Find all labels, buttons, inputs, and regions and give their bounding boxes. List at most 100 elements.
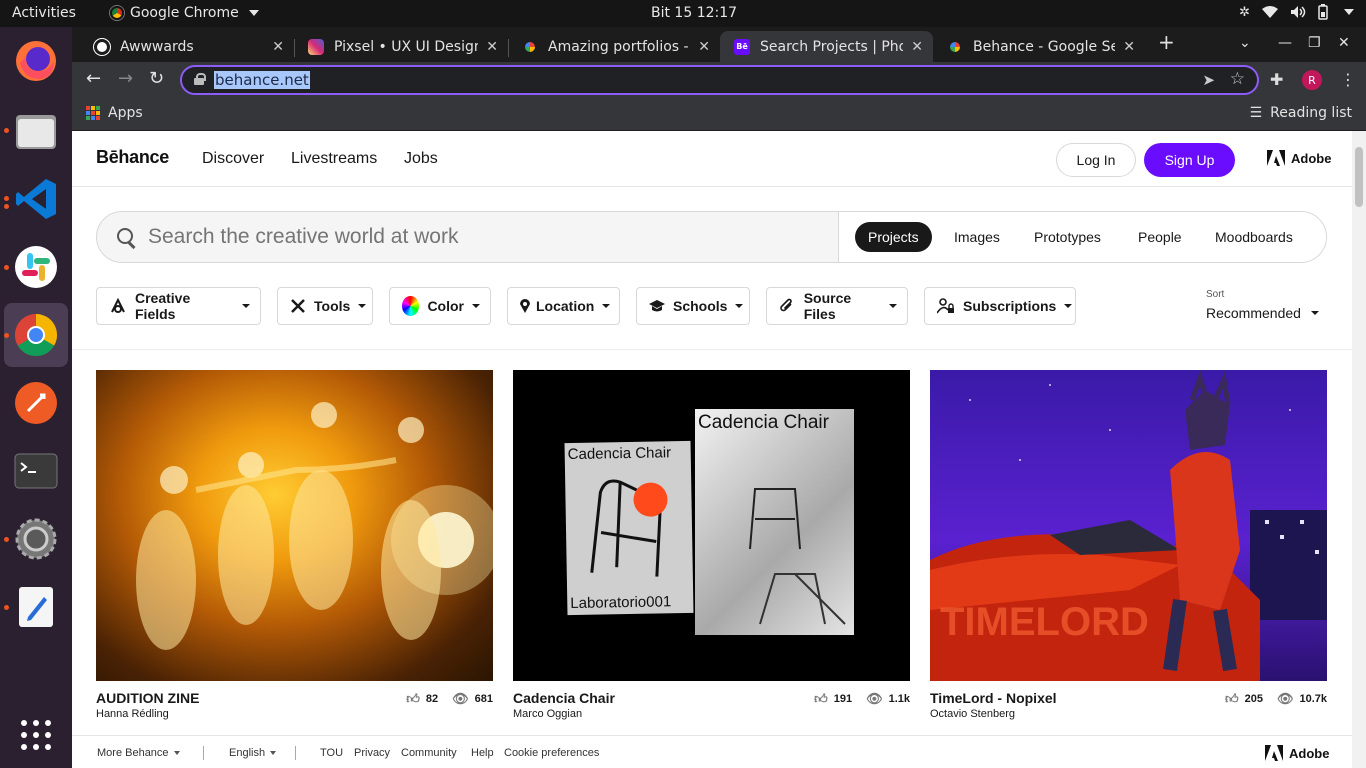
likes-count: 205	[1244, 693, 1263, 705]
reload-button[interactable]: ↻	[149, 70, 164, 88]
sort-value: Recommended	[1206, 305, 1301, 321]
chrome-icon[interactable]	[12, 311, 60, 359]
project-card[interactable]: Cadencia Chair Laboratorio001 Cadencia C…	[513, 370, 910, 720]
project-owner[interactable]: Hanna Rédling	[96, 708, 169, 720]
project-owner[interactable]: Marco Oggian	[513, 708, 582, 720]
tab-awwwards[interactable]: Awwwards ✕	[80, 31, 294, 62]
network-status-icon[interactable]: ✲	[1239, 5, 1250, 20]
firefox-icon[interactable]	[12, 37, 60, 85]
tab-moodboards[interactable]: Moodboards	[1202, 222, 1306, 252]
footer-link-privacy[interactable]: Privacy	[354, 747, 390, 759]
behance-logo[interactable]: Bēhance	[96, 147, 169, 168]
views-count: 681	[474, 693, 493, 705]
adobe-link[interactable]: Adobe	[1267, 150, 1331, 166]
adobe-icon	[1267, 150, 1285, 166]
filter-location[interactable]: Location	[507, 287, 620, 325]
filter-subscriptions[interactable]: Subscriptions	[924, 287, 1076, 325]
more-behance-dropdown[interactable]: More Behance	[97, 747, 180, 759]
project-card[interactable]: AUDITION ZINE Hanna Rédling 👍︎ 82 👁︎ 681	[96, 370, 493, 720]
text-editor-icon[interactable]	[12, 583, 60, 631]
nav-discover[interactable]: Discover	[202, 150, 264, 168]
project-thumbnail[interactable]	[96, 370, 493, 681]
footer-link-cookie-preferences[interactable]: Cookie preferences	[504, 747, 599, 759]
new-tab-button[interactable]: +	[1158, 30, 1175, 54]
project-title[interactable]: Cadencia Chair	[513, 690, 615, 706]
volume-icon[interactable]	[1290, 5, 1306, 19]
settings-icon[interactable]	[12, 515, 60, 563]
slack-icon[interactable]	[12, 243, 60, 291]
close-icon[interactable]: ✕	[911, 39, 923, 55]
tab-people[interactable]: People	[1125, 222, 1195, 252]
extensions-puzzle-icon[interactable]: ✚	[1270, 70, 1283, 89]
bookmark-star-icon[interactable]: ☆	[1230, 69, 1245, 89]
more-menu-icon[interactable]: ⋮	[1340, 70, 1356, 89]
maximize-button[interactable]: ❐	[1308, 35, 1321, 51]
minimize-button[interactable]: —	[1278, 35, 1292, 51]
tab-pixsel[interactable]: Pixsel • UX UI Design T ✕	[294, 31, 508, 62]
tab-behance-google-search[interactable]: Behance - Google Sear ✕	[933, 31, 1145, 62]
tab-search-projects[interactable]: Bē Search Projects | Phot ✕	[720, 31, 933, 62]
terminal-icon[interactable]	[12, 447, 60, 495]
apps-shortcut[interactable]: Apps	[86, 105, 143, 121]
url-text[interactable]: behance.net	[214, 71, 310, 89]
footer-link-help[interactable]: Help	[471, 747, 494, 759]
nav-jobs[interactable]: Jobs	[404, 150, 438, 168]
language-dropdown[interactable]: English	[229, 747, 277, 759]
address-bar[interactable]: behance.net ➤ ☆	[180, 65, 1259, 95]
app-grid-icon[interactable]	[12, 711, 60, 759]
footer-adobe-link[interactable]: Adobe	[1265, 745, 1329, 761]
close-icon[interactable]: ✕	[272, 39, 284, 55]
project-title[interactable]: AUDITION ZINE	[96, 690, 199, 706]
sort-label: Sort	[1206, 289, 1225, 300]
system-menu-chevron-icon[interactable]	[1344, 9, 1354, 15]
footer-link-tou[interactable]: TOU	[320, 747, 343, 759]
filter-schools[interactable]: Schools	[636, 287, 750, 325]
login-button[interactable]: Log In	[1056, 143, 1136, 177]
files-icon[interactable]	[12, 107, 60, 155]
filter-creative-fields[interactable]: Creative Fields	[96, 287, 261, 325]
footer-link-community[interactable]: Community	[401, 747, 457, 759]
views-eye-icon: 👁︎	[1276, 691, 1294, 706]
wifi-icon[interactable]	[1262, 5, 1278, 19]
battery-icon[interactable]	[1318, 4, 1328, 20]
filter-label: Source Files	[803, 290, 852, 322]
site-footer: More Behance English TOU Privacy Communi…	[72, 735, 1352, 768]
scrollbar-thumb[interactable]	[1355, 147, 1363, 207]
project-title[interactable]: TimeLord - Nopixel	[930, 690, 1057, 706]
project-owner[interactable]: Octavio Stenberg	[930, 708, 1015, 720]
tab-amazing-portfolios[interactable]: Amazing portfolios - G ✕	[508, 31, 720, 62]
filter-color[interactable]: Color	[389, 287, 491, 325]
project-card[interactable]: TIMELORD TimeLord - Nopixel Octavio Sten…	[930, 370, 1327, 720]
poster-footer: Laboratorio001	[570, 593, 672, 613]
system-tray[interactable]: ✲	[1239, 4, 1354, 20]
globe-icon	[94, 38, 110, 55]
app-menu[interactable]: Google Chrome	[110, 5, 259, 21]
tab-images[interactable]: Images	[941, 222, 1013, 252]
close-icon[interactable]: ✕	[698, 39, 710, 55]
project-thumbnail[interactable]: Cadencia Chair Laboratorio001 Cadencia C…	[513, 370, 910, 681]
sort-dropdown[interactable]: Recommended	[1206, 305, 1319, 321]
search-input[interactable]	[148, 224, 828, 250]
vscode-icon[interactable]	[12, 175, 60, 223]
send-to-device-icon[interactable]: ➤	[1202, 71, 1215, 89]
close-icon[interactable]: ✕	[1123, 39, 1135, 55]
signup-button[interactable]: Sign Up	[1144, 143, 1235, 177]
nav-livestreams[interactable]: Livestreams	[291, 150, 377, 168]
lock-icon[interactable]	[194, 73, 206, 85]
filter-tools[interactable]: Tools	[277, 287, 373, 325]
close-icon[interactable]: ✕	[486, 39, 498, 55]
postman-icon[interactable]	[12, 379, 60, 427]
project-thumbnail[interactable]: TIMELORD	[930, 370, 1327, 681]
back-button[interactable]: ←	[86, 70, 101, 88]
activities-button[interactable]: Activities	[12, 5, 76, 21]
filter-source-files[interactable]: Source Files	[766, 287, 908, 325]
profile-avatar[interactable]: R	[1302, 70, 1322, 90]
page-scrollbar[interactable]	[1352, 131, 1366, 768]
clock[interactable]: Bit 15 12:17	[651, 5, 737, 21]
reading-list-button[interactable]: ☰ Reading list	[1250, 105, 1352, 121]
forward-button[interactable]: →	[118, 70, 133, 88]
tab-projects[interactable]: Projects	[855, 222, 932, 252]
tab-prototypes[interactable]: Prototypes	[1021, 222, 1114, 252]
tab-search-chevron-icon[interactable]: ⌄	[1239, 35, 1251, 51]
close-window-button[interactable]: ✕	[1338, 35, 1350, 51]
